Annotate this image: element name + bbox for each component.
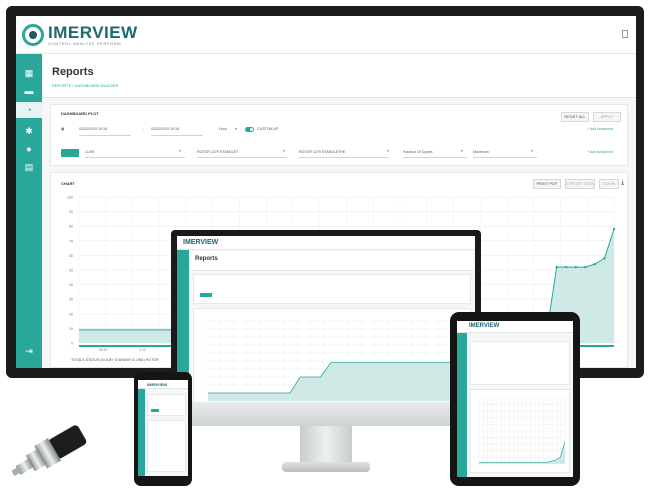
tablet-sidebar <box>457 333 467 477</box>
end-date-field[interactable]: 03/22/2019 15:18 <box>151 127 179 131</box>
tablet-top-bar: IMERVIEW <box>457 321 573 333</box>
logout-icon[interactable]: ⇥ <box>24 346 34 356</box>
x-tick-label: 1:12 <box>139 348 146 352</box>
phone-chart-card <box>147 420 186 472</box>
document-icon[interactable]: ▤ <box>24 162 34 172</box>
truck-icon[interactable]: ▬ <box>24 86 34 96</box>
device-select[interactable]: LUXE <box>85 150 94 154</box>
chevron-down-icon: ▾ <box>387 149 389 153</box>
brand-logo[interactable]: IMERVIEW CONTROL ANALYZE PERFORM <box>22 22 138 48</box>
page-title: Reports <box>52 66 94 78</box>
sensor-a-underline <box>197 157 287 158</box>
start-date-underline <box>79 135 131 136</box>
phone-sidebar <box>138 389 145 476</box>
unit-underline <box>473 157 537 158</box>
metric-select[interactable]: Fraction Of Cycles <box>403 150 433 154</box>
data-point <box>565 265 568 269</box>
y-tick-label: 0 <box>71 342 73 346</box>
phone-screen: IMERVIEW <box>138 380 188 476</box>
desktop-chart-card <box>193 308 471 412</box>
chevron-down-icon: ▾ <box>461 149 463 153</box>
phone-add-button[interactable] <box>151 409 159 412</box>
interval-select[interactable]: Hour <box>219 127 227 131</box>
tablet-chart-plot <box>478 397 566 465</box>
chevron-down-icon: ▾ <box>531 149 533 153</box>
desktop-page-header: Reports <box>191 251 473 271</box>
add-filter-button[interactable] <box>61 149 79 157</box>
desktop-chin <box>171 402 481 426</box>
chevron-down-icon: ▾ <box>283 149 285 153</box>
data-point <box>612 227 616 231</box>
phone-brand: IMERVIEW <box>147 382 168 387</box>
data-point <box>603 257 606 260</box>
phone-device: IMERVIEW <box>134 372 192 486</box>
sensor-b-underline <box>299 157 389 158</box>
add-advanced-link-2[interactable]: + Add Advanced <box>587 150 613 154</box>
device-underline <box>85 157 185 158</box>
y-tick-label: 50 <box>69 269 73 273</box>
y-tick-label: 60 <box>69 254 73 258</box>
data-point <box>593 262 597 266</box>
filter-card: DASHBOARD PLOT ▣ 03/12/2019 15:18 → 03/2… <box>50 104 628 166</box>
x-tick-label: 00:07 <box>99 348 108 352</box>
tablet-chart-card <box>470 389 570 473</box>
start-date-field[interactable]: 03/12/2019 15:18 <box>79 127 107 131</box>
desktop-screen: IMERVIEW Reports <box>177 236 475 414</box>
desktop-brand: IMERVIEW <box>183 239 219 246</box>
desktop-chart-plot <box>207 320 465 402</box>
desktop-stand <box>300 426 352 464</box>
metric-underline <box>403 157 467 158</box>
sidebar: ▦ ▬ ◔ ✱ ● ▤ ⇥ <box>16 54 42 368</box>
custom-toggle[interactable] <box>245 127 254 132</box>
filter-card-label: DASHBOARD PLOT <box>61 111 99 116</box>
desktop-top-bar: IMERVIEW <box>177 236 475 250</box>
grid-icon[interactable]: ▦ <box>24 68 34 78</box>
desktop-page-title: Reports <box>195 256 218 262</box>
sensor-b-select[interactable]: ROTOR 1279 STANDLETHE <box>299 150 345 154</box>
y-tick-label: 10 <box>69 327 73 331</box>
y-tick-label: 90 <box>69 210 73 214</box>
calendar-icon[interactable]: ▣ <box>61 127 64 131</box>
y-tick-label: 100 <box>67 196 73 200</box>
end-date-underline <box>151 135 203 136</box>
sensor-a-select[interactable]: ROTOR 1279 STANDLET <box>197 150 238 154</box>
apply-button[interactable]: APPLY <box>593 112 621 122</box>
phone-filter-card <box>147 394 186 416</box>
brand-name: IMERVIEW <box>48 23 138 42</box>
reports-nav-icon[interactable]: ◔ <box>16 102 42 118</box>
desktop-stand-base <box>282 462 370 472</box>
tablet-screen: IMERVIEW <box>457 321 573 477</box>
desktop-monitor: IMERVIEW Reports <box>171 230 481 426</box>
add-advanced-link[interactable]: + Add Advanced <box>587 127 613 131</box>
data-point <box>574 265 577 269</box>
chevron-down-icon: ▾ <box>179 149 181 153</box>
logo-eye-icon <box>22 24 44 46</box>
top-bar: IMERVIEW CONTROL ANALYZE PERFORM <box>16 16 636 54</box>
gear-icon[interactable]: ✱ <box>24 126 34 136</box>
data-point <box>555 265 558 269</box>
data-point <box>584 265 587 269</box>
shield-icon[interactable]: ● <box>24 144 34 154</box>
reset-all-button[interactable]: RESET ALL <box>561 112 589 122</box>
desktop-filter-card <box>193 274 471 304</box>
y-tick-label: 30 <box>69 298 73 302</box>
y-tick-label: 80 <box>69 225 73 229</box>
y-tick-label: 70 <box>69 239 73 243</box>
phone-top-bar: IMERVIEW <box>138 380 188 389</box>
breadcrumb[interactable]: REPORTS / DASHBOARD BUILDER <box>52 83 118 88</box>
chevron-down-icon: ▾ <box>235 127 237 131</box>
y-tick-label: 20 <box>69 312 73 316</box>
date-arrow-icon: → <box>141 127 145 131</box>
tablet-filter-card <box>470 341 570 385</box>
desktop-add-button[interactable] <box>200 293 212 297</box>
pressure-sensor-image <box>11 425 87 476</box>
tablet-device: IMERVIEW <box>450 312 580 486</box>
tablet-brand: IMERVIEW <box>469 323 500 329</box>
unit-select[interactable]: Maximum <box>473 150 489 154</box>
y-tick-label: 40 <box>69 283 73 287</box>
door-exit-icon[interactable] <box>622 30 628 38</box>
page-header: Reports REPORTS / DASHBOARD BUILDER <box>42 54 636 98</box>
chart-legend: TOTALS STATUS (DOLBY STANDBY & LINK) ROT… <box>71 358 159 362</box>
toggle-label: CUSTOM UP <box>257 127 279 131</box>
